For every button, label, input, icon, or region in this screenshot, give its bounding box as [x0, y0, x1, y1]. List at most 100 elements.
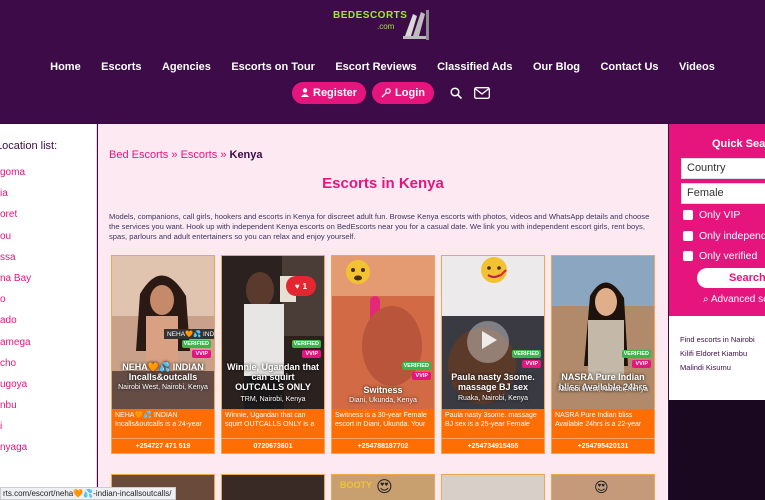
- only-verified-label: Only verified: [699, 250, 758, 262]
- only-independent-label: Only independent: [699, 230, 765, 242]
- nav-contact-us[interactable]: Contact Us: [600, 61, 658, 73]
- escort-card[interactable]: NEHA🧡💦 INDIAN Incalls&outcalls VERIFIED …: [111, 255, 215, 454]
- location-item[interactable]: ia: [0, 188, 31, 209]
- nav-home[interactable]: Home: [50, 61, 81, 73]
- only-vip-checkbox[interactable]: Only VIP: [683, 208, 740, 222]
- play-icon[interactable]: [480, 330, 498, 350]
- heart-icon: ♥: [294, 281, 300, 291]
- escort-card[interactable]: VERIFIED VVIP Switness Diani, Ukunda, Ke…: [331, 255, 435, 454]
- only-independent-checkbox[interactable]: Only independent: [683, 229, 765, 243]
- checkbox-box[interactable]: [683, 210, 693, 220]
- search-icon: [450, 86, 462, 99]
- city-link[interactable]: Malindi: [680, 363, 704, 372]
- site-header: BEDESCORTS .com Home Escorts Agencies Es…: [0, 0, 765, 122]
- location-item[interactable]: ado: [0, 315, 31, 336]
- location-item[interactable]: ssa: [0, 252, 31, 273]
- vvip-badge: VVIP: [302, 350, 321, 358]
- nav-videos[interactable]: Videos: [679, 61, 715, 73]
- city-link[interactable]: Nairobi: [731, 335, 755, 344]
- gender-select[interactable]: Female: [681, 183, 765, 204]
- escort-phone[interactable]: +254788187702: [332, 438, 434, 453]
- escort-name[interactable]: Paula nasty 3some. massage BJ sex: [446, 372, 540, 392]
- search-button[interactable]: [446, 83, 466, 103]
- status-bar-url: rts.com/escort/neha🧡💦-indian-incallsoutc…: [0, 487, 177, 500]
- page-title: Escorts in Kenya: [322, 175, 444, 192]
- user-icon: [301, 88, 309, 97]
- login-label: Login: [395, 86, 425, 99]
- nav-escorts-on-tour[interactable]: Escorts on Tour: [231, 61, 315, 73]
- escort-card[interactable]: BOOTY 😍: [331, 474, 435, 500]
- escort-card[interactable]: ♥ 1 VERIFIED VVIP Winnie, Ugandan that c…: [221, 255, 325, 454]
- only-verified-checkbox[interactable]: Only verified: [683, 249, 757, 263]
- location-item[interactable]: o: [0, 294, 31, 315]
- location-item[interactable]: goma: [0, 167, 31, 188]
- nav-agencies[interactable]: Agencies: [162, 61, 211, 73]
- country-select[interactable]: Country: [681, 158, 765, 179]
- breadcrumb: Bed Escorts » Escorts » Kenya: [109, 149, 263, 161]
- location-item[interactable]: ugoya: [0, 379, 31, 400]
- escort-phone[interactable]: 0720673601: [222, 438, 324, 453]
- checkbox-box[interactable]: [683, 251, 693, 261]
- escort-name[interactable]: Winnie, Ugandan that can squirt OUTCALLS…: [226, 362, 320, 392]
- likes-count: 1: [302, 281, 308, 291]
- logo-wordmark: BEDESCORTS: [333, 10, 408, 21]
- verified-badge: VERIFIED: [291, 340, 321, 348]
- location-item[interactable]: nyaga: [0, 442, 31, 463]
- escort-phone[interactable]: +254727 471 519: [112, 438, 214, 453]
- nav-escort-reviews[interactable]: Escort Reviews: [335, 61, 416, 73]
- location-item[interactable]: ou: [0, 231, 31, 252]
- escort-phone[interactable]: +254795420131: [552, 438, 654, 453]
- location-item[interactable]: amega: [0, 337, 31, 358]
- breadcrumb-escorts[interactable]: Escorts: [181, 149, 218, 161]
- location-item[interactable]: nbu: [0, 400, 31, 421]
- city-link[interactable]: Kiambu: [722, 349, 747, 358]
- mail-button[interactable]: [472, 83, 492, 103]
- location-item[interactable]: cho: [0, 358, 31, 379]
- location-sidebar: Location list: goma ia oret ou ssa na Ba…: [0, 124, 97, 500]
- escort-location: TRM, Nairobi, Kenya: [240, 396, 306, 403]
- city-link[interactable]: Kilifi: [680, 349, 694, 358]
- nav-escorts[interactable]: Escorts: [101, 61, 141, 73]
- breadcrumb-sep: »: [220, 149, 227, 161]
- city-link[interactable]: Kisumu: [706, 363, 731, 372]
- register-button[interactable]: Register: [292, 81, 367, 104]
- right-sidebar: Quick Search Country Female Only VIP Onl…: [669, 124, 765, 500]
- sidebar-banner: [669, 400, 765, 500]
- location-list-title: Location list:: [0, 140, 58, 152]
- advanced-search-label: Advanced search: [710, 294, 765, 305]
- escort-location: Diani, Ukunda, Kenya: [349, 397, 417, 404]
- advanced-search-link[interactable]: ⌕ Advanced search: [703, 294, 765, 305]
- city-link[interactable]: Eldoret: [696, 349, 720, 358]
- location-item[interactable]: i: [0, 421, 31, 442]
- escort-card[interactable]: VERIFIED VVIP Paula nasty 3some. massage…: [441, 255, 545, 454]
- checkbox-box[interactable]: [683, 231, 693, 241]
- breadcrumb-home[interactable]: Bed Escorts: [109, 149, 168, 161]
- escort-card[interactable]: VERIFIED VVIP NASRA Pure Indian bliss Av…: [551, 255, 655, 454]
- location-item[interactable]: oret: [0, 209, 31, 230]
- nav-classified-ads[interactable]: Classified Ads: [437, 61, 512, 73]
- escort-card[interactable]: [441, 474, 545, 500]
- escort-card[interactable]: [221, 474, 325, 500]
- find-escorts-links: Find escorts in Nairobi Kilifi Eldoret K…: [680, 333, 765, 375]
- verified-badge: VERIFIED: [621, 350, 651, 358]
- nav-our-blog[interactable]: Our Blog: [533, 61, 580, 73]
- logo-tld: .com: [377, 22, 395, 31]
- tooltip: NEHA🧡💦 INDIAN Incalls&outcalls: [164, 329, 214, 339]
- main-content: Bed Escorts » Escorts » Kenya Escorts in…: [98, 124, 668, 500]
- site-logo[interactable]: BEDESCORTS .com: [333, 6, 433, 44]
- quick-search-panel: Quick Search Country Female Only VIP Onl…: [669, 124, 765, 316]
- page-intro: Models, companions, call girls, hookers …: [109, 212, 650, 241]
- location-item[interactable]: na Bay: [0, 273, 31, 294]
- escort-card[interactable]: 😍: [551, 474, 655, 500]
- vvip-badge: VVIP: [192, 350, 211, 358]
- main-nav: Home Escorts Agencies Escorts on Tour Es…: [0, 57, 765, 75]
- escort-name[interactable]: Switness: [336, 385, 430, 395]
- likes-badge[interactable]: ♥ 1: [286, 276, 316, 296]
- card-overlay-text: BOOTY: [340, 480, 373, 490]
- vvip-badge: VVIP: [632, 360, 651, 368]
- escort-phone[interactable]: +254734915455: [442, 438, 544, 453]
- escort-name[interactable]: NEHA🧡💦 INDIAN Incalls&outcalls: [116, 362, 210, 382]
- login-button[interactable]: Login: [372, 81, 434, 104]
- quick-search-button[interactable]: Search: [697, 268, 765, 288]
- escort-grid: NEHA🧡💦 INDIAN Incalls&outcalls VERIFIED …: [111, 255, 656, 455]
